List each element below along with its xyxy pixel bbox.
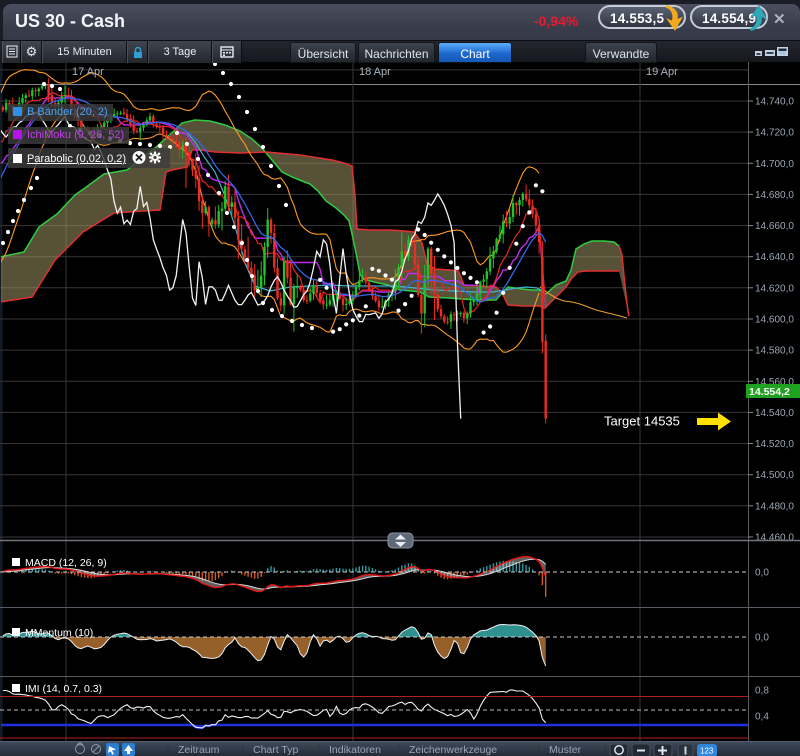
svg-text:Target 14535: Target 14535 (604, 414, 680, 429)
svg-text:14.500,0: 14.500,0 (755, 470, 794, 481)
svg-text:123: 123 (700, 747, 714, 756)
svg-text:Chart Typ: Chart Typ (253, 744, 298, 756)
svg-text:14.740,0: 14.740,0 (755, 97, 794, 108)
svg-text:0,0: 0,0 (755, 568, 769, 579)
svg-text:Indikatoren: Indikatoren (329, 744, 381, 756)
svg-text:Zeitraum: Zeitraum (178, 744, 220, 756)
svg-text:14.600,0: 14.600,0 (755, 315, 794, 326)
svg-text:IMI (14, 0.7, 0.3): IMI (14, 0.7, 0.3) (25, 683, 102, 695)
svg-text:Zeichenwerkzeuge: Zeichenwerkzeuge (409, 744, 497, 756)
svg-text:18 Apr: 18 Apr (359, 66, 391, 78)
svg-text:14.640,0: 14.640,0 (755, 252, 794, 263)
svg-text:14.460,0: 14.460,0 (755, 533, 794, 544)
svg-text:Muster: Muster (549, 744, 582, 756)
svg-text:14.480,0: 14.480,0 (755, 501, 794, 512)
svg-text:14.700,0: 14.700,0 (755, 159, 794, 170)
svg-text:MMentum (10): MMentum (10) (25, 627, 93, 639)
svg-text:14.680,0: 14.680,0 (755, 190, 794, 201)
svg-text:14.580,0: 14.580,0 (755, 346, 794, 357)
svg-text:14.554,2: 14.554,2 (749, 386, 790, 398)
svg-text:19 Apr: 19 Apr (646, 66, 678, 78)
svg-text:14.540,0: 14.540,0 (755, 408, 794, 419)
svg-text:14.660,0: 14.660,0 (755, 221, 794, 232)
svg-text:0,4: 0,4 (755, 712, 769, 723)
svg-text:14.720,0: 14.720,0 (755, 128, 794, 139)
svg-text:14.620,0: 14.620,0 (755, 283, 794, 294)
svg-text:0,0: 0,0 (755, 633, 769, 644)
svg-text:0,8: 0,8 (755, 686, 769, 697)
svg-text:14.520,0: 14.520,0 (755, 439, 794, 450)
svg-text:MACD (12, 26, 9): MACD (12, 26, 9) (25, 557, 107, 569)
svg-text:17 Apr: 17 Apr (72, 66, 104, 78)
